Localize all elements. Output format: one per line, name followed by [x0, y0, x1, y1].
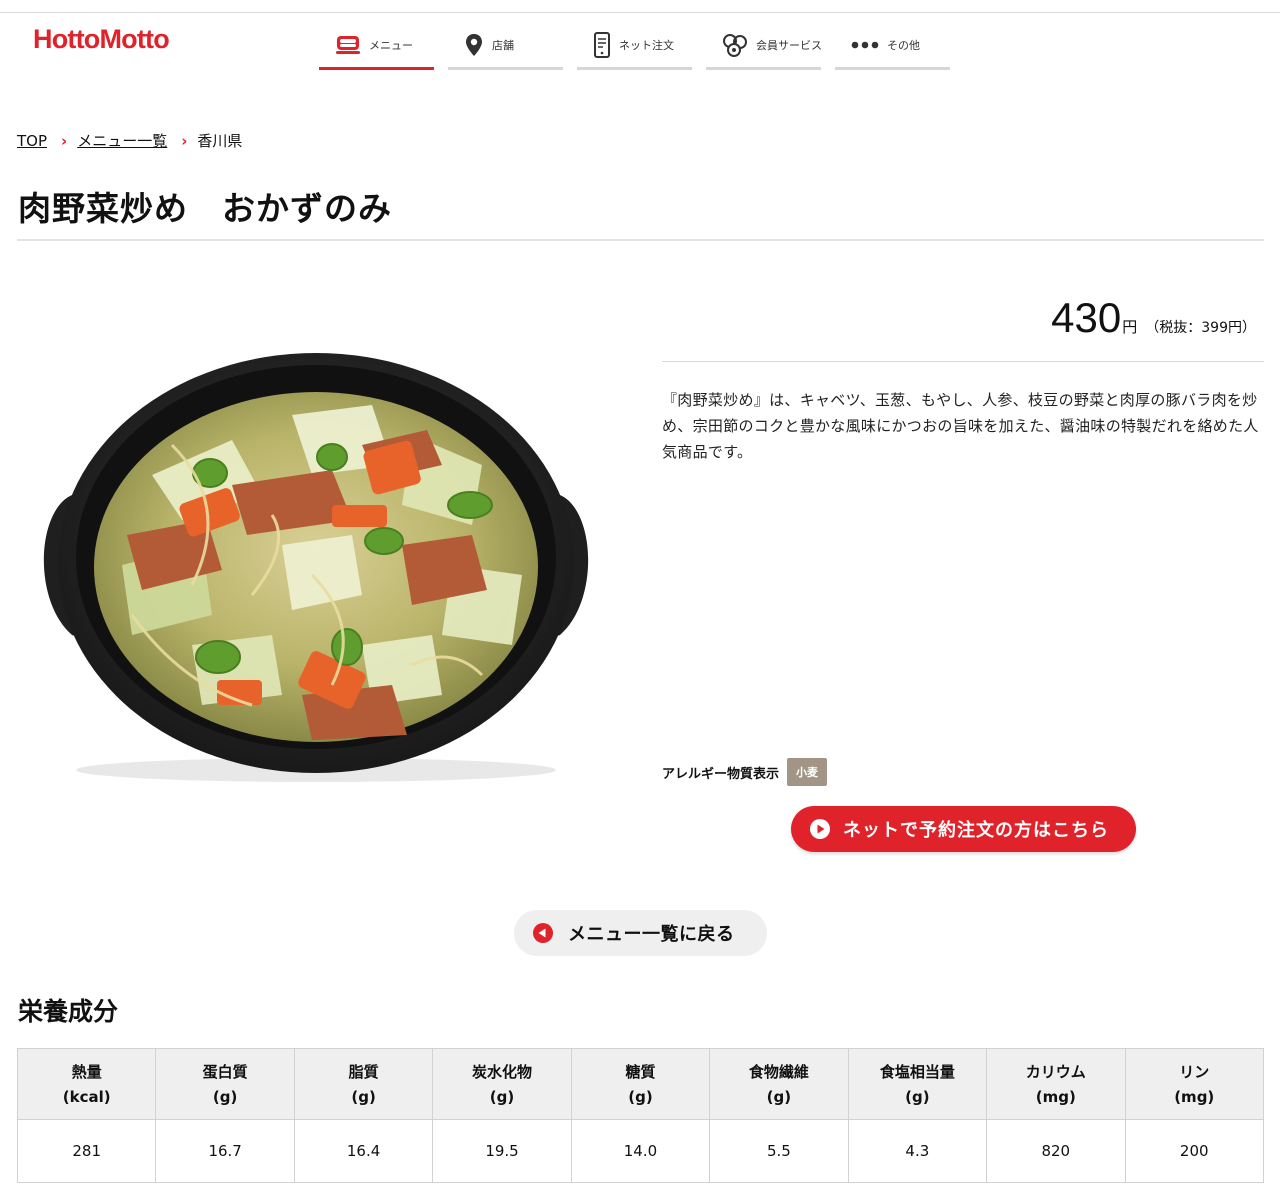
nutrition-value-fiber: 5.5 [709, 1119, 849, 1183]
price-tax-note: （税抜：399円） [1145, 320, 1256, 336]
nav-label-menu: メニュー [369, 38, 413, 52]
nutrition-header-fat: 脂質 (g) [293, 1048, 434, 1120]
nutrition-value-carbohydrate: 19.5 [432, 1119, 572, 1183]
nutrition-header-protein: 蛋白質 (g) [155, 1048, 295, 1120]
nutrition-header-row: 熱量 (kcal) 蛋白質 (g) 脂質 (g) 炭水化物 (g) 糖質 (g) 食物繊維… [16, 1048, 1264, 1120]
page-title: 肉野菜炒め おかずのみ [18, 189, 392, 228]
nav-label-stores: 店舗 [492, 38, 514, 52]
nutrition-header-fiber: 食物繊維 (g) [709, 1048, 849, 1120]
global-nav: メニュー 店舗 ネット注文 会員サービス その他 [319, 22, 964, 70]
net-order-button[interactable]: ネットで予約注文の方はこちら [791, 806, 1136, 852]
coins-icon [723, 33, 747, 57]
nutrition-header-sugar: 糖質 (g) [570, 1048, 711, 1120]
nutrition-value-row: 281 16.7 16.4 19.5 14.0 5.5 4.3 820 200 [16, 1119, 1264, 1183]
price-amount: 430 [1051, 294, 1122, 341]
price-divider [662, 361, 1264, 362]
nutrition-header-potassium: カリウム (mg) [986, 1048, 1126, 1120]
header-name: リン [1179, 1063, 1210, 1081]
hottomotto-logo[interactable]: HottoMotto [33, 24, 170, 55]
back-arrow-circle-icon [533, 923, 553, 943]
header-name: 糖質 [625, 1063, 656, 1081]
header-unit: (g) [766, 1088, 792, 1106]
smartphone-icon [594, 31, 610, 58]
more-dots-icon [851, 41, 879, 48]
nav-item-stores[interactable]: 店舗 [448, 22, 563, 70]
breadcrumb-menu-list-link[interactable]: メニュー一覧 [77, 130, 167, 151]
nav-label-other: その他 [887, 38, 920, 52]
header-name: 炭水化物 [472, 1063, 533, 1081]
map-pin-icon [466, 33, 482, 56]
breadcrumb-chevron-icon: › [181, 131, 188, 150]
nutrition-header-carbohydrate: 炭水化物 (g) [432, 1048, 572, 1120]
nutrition-value-protein: 16.7 [155, 1119, 295, 1183]
header-name: 脂質 [348, 1063, 379, 1081]
nutrition-value-energy: 281 [16, 1119, 157, 1183]
breadcrumb: TOP › メニュー一覧 › 香川県 [17, 130, 242, 151]
breadcrumb-current: 香川県 [197, 132, 243, 150]
header-unit: (g) [351, 1088, 376, 1106]
title-divider [17, 239, 1264, 241]
net-order-button-label: ネットで予約注文の方はこちら [843, 820, 1109, 841]
nav-item-other[interactable]: その他 [835, 22, 950, 70]
product-description: 『肉野菜炒め』は、キャベツ、玉葱、もやし、人参、枝豆の野菜と肉厚の豚バラ肉を炒め… [662, 391, 1259, 461]
allergy-label: アレルギー物質表示 [662, 766, 780, 782]
nutrition-header-phosphorus: リン (mg) [1124, 1048, 1264, 1120]
bento-icon [336, 35, 360, 54]
nav-label-member: 会員サービス [756, 38, 822, 52]
header-name: カリウム [1025, 1063, 1086, 1081]
header-unit: (kcal) [62, 1088, 111, 1106]
allergy-info: アレルギー物質表示 小麦 [662, 758, 828, 786]
header-unit: (mg) [1035, 1088, 1076, 1106]
header-name: 食物繊維 [748, 1063, 809, 1081]
nav-label-net-order: ネット注文 [619, 38, 674, 52]
header-name: 蛋白質 [202, 1063, 248, 1081]
price-currency: 円 [1122, 318, 1138, 336]
nutrition-header-salt: 食塩相当量 (g) [847, 1048, 988, 1120]
header-unit: (g) [628, 1088, 653, 1106]
header-unit: (mg) [1174, 1088, 1215, 1106]
nutrition-title: 栄養成分 [18, 997, 119, 1026]
play-circle-icon [810, 819, 830, 839]
allergen-badge: 小麦 [787, 758, 828, 786]
nav-item-member[interactable]: 会員サービス [706, 22, 822, 70]
nav-item-net-order[interactable]: ネット注文 [577, 22, 692, 70]
header-unit: (g) [489, 1088, 515, 1106]
nutrition-value-fat: 16.4 [293, 1119, 434, 1183]
header-name: 食塩相当量 [879, 1063, 955, 1081]
header-unit: (g) [905, 1088, 930, 1106]
product-image [43, 353, 589, 782]
nutrition-value-sugar: 14.0 [570, 1119, 711, 1183]
nutrition-table: 熱量 (kcal) 蛋白質 (g) 脂質 (g) 炭水化物 (g) 糖質 (g) 食物繊維… [16, 1048, 1264, 1183]
nutrition-value-salt: 4.3 [847, 1119, 988, 1183]
header-name: 熱量 [71, 1063, 102, 1081]
back-to-menu-label: メニュー一覧に戻る [568, 924, 735, 945]
header-unit: (g) [212, 1088, 238, 1106]
nutrition-value-phosphorus: 200 [1124, 1119, 1264, 1183]
nav-item-menu[interactable]: メニュー [319, 22, 434, 70]
breadcrumb-chevron-icon: › [61, 131, 68, 150]
breadcrumb-top-link[interactable]: TOP [17, 132, 47, 150]
back-to-menu-button[interactable]: メニュー一覧に戻る [514, 910, 767, 956]
nutrition-header-energy: 熱量 (kcal) [16, 1048, 157, 1120]
price: 430 円 （税抜：399円） [1051, 294, 1256, 342]
top-divider [0, 12, 1280, 13]
nutrition-value-potassium: 820 [986, 1119, 1126, 1183]
